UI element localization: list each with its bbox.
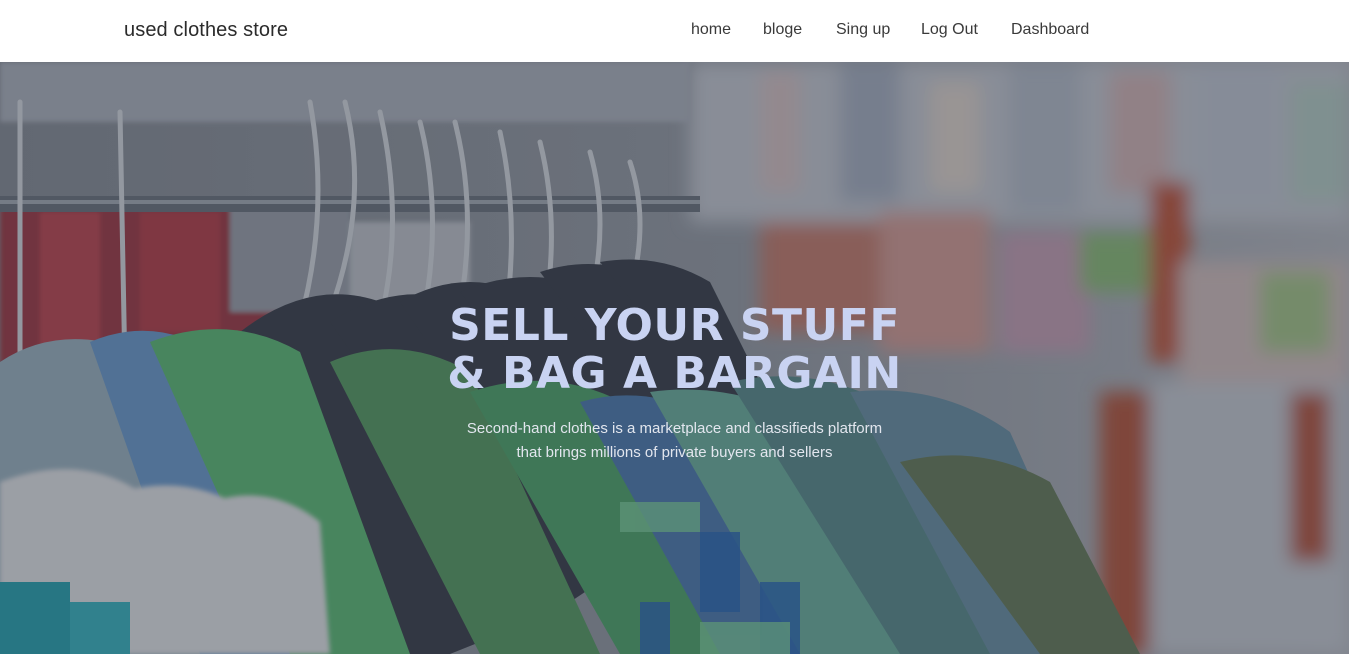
nav-link-home[interactable]: home [691, 21, 731, 39]
hero-subtitle-line-1: Second-hand clothes is a marketplace and… [466, 420, 883, 437]
nav-link-log-out[interactable]: Log Out [921, 21, 978, 39]
hero-title-line-1: SELL YOUR STUFF [449, 300, 900, 351]
hero-subtitle: Second-hand clothes is a marketplace and… [0, 417, 1349, 465]
nav-link-sign-up[interactable]: Sing up [836, 21, 890, 39]
hero-title: SELL YOUR STUFF & BAG A BARGAIN [0, 302, 1349, 398]
hero-section: SELL YOUR STUFF & BAG A BARGAIN Second-h… [0, 62, 1349, 654]
nav-links: home bloge Sing up Log Out Dashboard [0, 21, 1349, 41]
nav-link-blog[interactable]: bloge [763, 21, 802, 39]
top-navbar: used clothes store home bloge Sing up Lo… [0, 0, 1349, 62]
hero-subtitle-line-2: that brings millions of private buyers a… [516, 444, 833, 461]
hero-title-line-2: & BAG A BARGAIN [447, 348, 902, 399]
nav-link-dashboard[interactable]: Dashboard [1011, 21, 1089, 39]
